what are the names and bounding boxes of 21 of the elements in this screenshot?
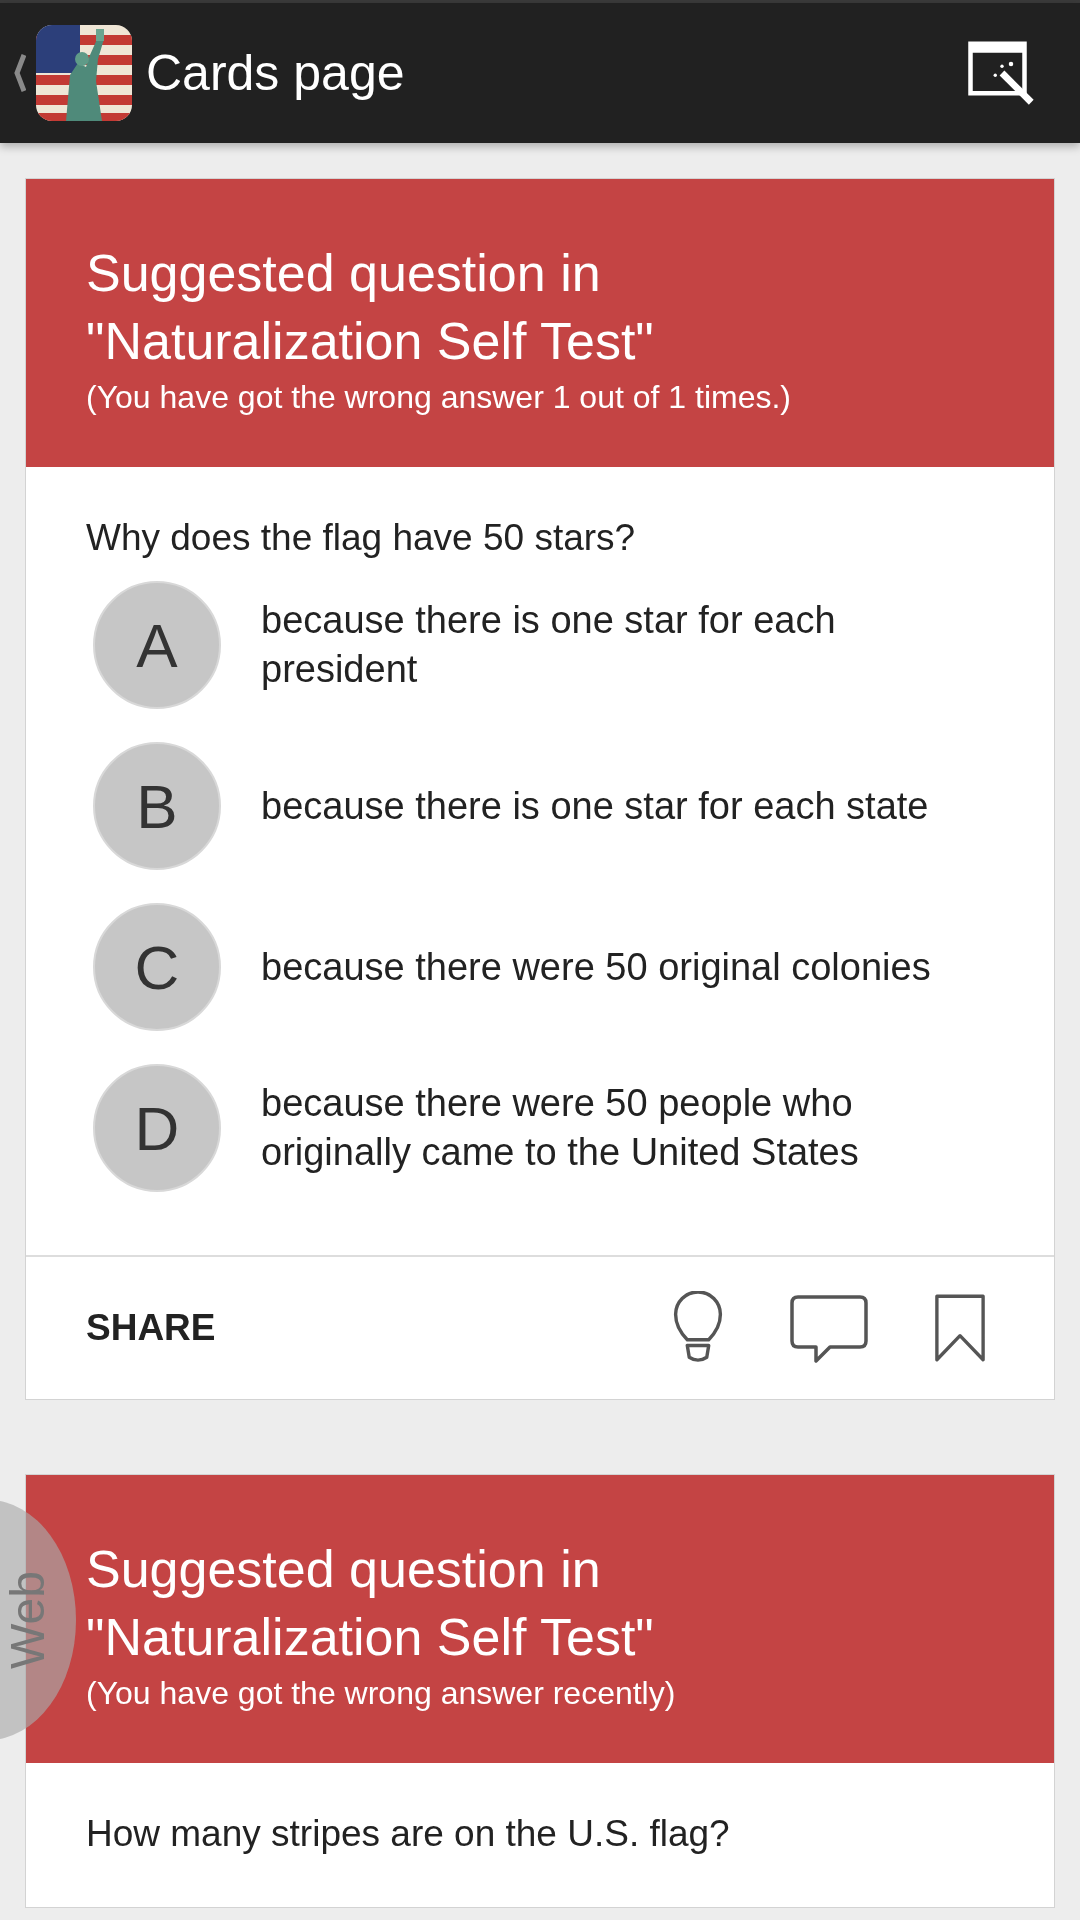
option-text[interactable]: because there is one star for each state [261,781,929,831]
option-letter[interactable]: A [93,581,221,709]
card-subtitle: (You have got the wrong answer 1 out of 1 times.) [86,379,792,416]
page-title: Cards page [146,44,406,102]
comment-icon[interactable] [790,1293,868,1363]
card-title: Suggested question in [86,243,602,304]
option-letter[interactable]: C [93,903,221,1031]
lightbulb-icon[interactable] [672,1291,724,1365]
option-letter[interactable]: B [93,742,221,870]
card-title: Suggested question in [86,1539,602,1600]
option-text[interactable]: because there were 50 people who originally came to the United States [261,1079,994,1177]
option-letter[interactable]: D [93,1064,221,1192]
share-button[interactable]: SHARE [86,1307,216,1349]
question-text: How many stripes are on the U.S. flag? [86,1813,731,1855]
card-title: "Naturalization Self Test" [86,1607,655,1668]
option-text[interactable]: because there were 50 original colonies [261,942,931,992]
question-text: Why does the flag have 50 stars? [86,517,637,559]
back-chevron-icon[interactable] [14,53,26,93]
option-text[interactable]: because there is one star for each president [261,596,994,694]
card-subtitle: (You have got the wrong answer recently) [86,1675,677,1712]
card-title: "Naturalization Self Test" [86,311,655,372]
